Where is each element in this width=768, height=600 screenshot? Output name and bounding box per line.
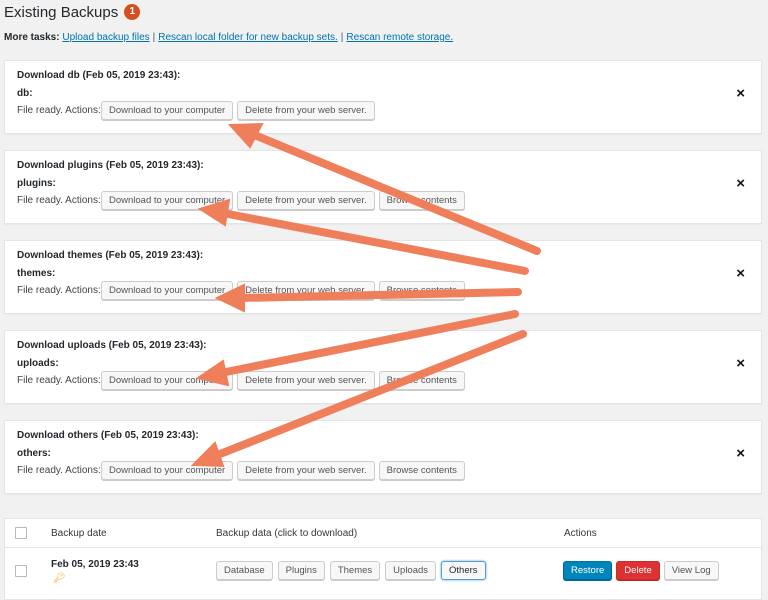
panel-actions: Download to your computer Delete from yo…	[101, 281, 465, 300]
panel-actions: Download to your computer Delete from yo…	[101, 461, 465, 480]
close-icon[interactable]: ×	[736, 446, 745, 461]
panel-status: File ready. Actions:	[17, 105, 101, 116]
rescan-remote-link[interactable]: Rescan remote storage.	[346, 32, 453, 43]
col-backup-date: Backup date	[51, 528, 107, 539]
panel-title: Download uploads (Feb 05, 2019 23:43):	[17, 340, 207, 351]
download-panel-others: Download others (Feb 05, 2019 23:43): ot…	[4, 420, 762, 494]
panel-title: Download themes (Feb 05, 2019 23:43):	[17, 250, 204, 261]
delete-from-server-button[interactable]: Delete from your web server.	[237, 281, 375, 300]
panel-entity: others:	[17, 448, 51, 459]
row-checkbox[interactable]	[15, 565, 27, 577]
close-icon[interactable]: ×	[736, 356, 745, 371]
browse-contents-button[interactable]: Browse contents	[378, 371, 465, 390]
panel-status: File ready. Actions:	[17, 285, 101, 296]
more-tasks: More tasks: Upload backup files | Rescan l…	[4, 32, 453, 43]
download-to-computer-button[interactable]: Download to your computer	[101, 461, 234, 480]
panel-title: Download others (Feb 05, 2019 23:43):	[17, 430, 199, 441]
upload-backup-link[interactable]: Upload backup files	[62, 32, 149, 43]
delete-from-server-button[interactable]: Delete from your web server.	[237, 371, 375, 390]
panel-title: Download plugins (Feb 05, 2019 23:43):	[17, 160, 204, 171]
browse-contents-button[interactable]: Browse contents	[378, 191, 465, 210]
view-log-button[interactable]: View Log	[663, 561, 719, 580]
panel-entity: uploads:	[17, 358, 59, 369]
plugins-button[interactable]: Plugins	[277, 561, 325, 580]
download-to-computer-button[interactable]: Download to your computer	[101, 191, 234, 210]
database-button[interactable]: Database	[216, 561, 273, 580]
separator: |	[152, 32, 156, 43]
delete-button[interactable]: Delete	[616, 561, 660, 580]
browse-contents-button[interactable]: Browse contents	[378, 281, 465, 300]
delete-from-server-button[interactable]: Delete from your web server.	[237, 191, 375, 210]
themes-button[interactable]: Themes	[329, 561, 381, 580]
download-panel-db: Download db (Feb 05, 2019 23:43): db: Fi…	[4, 60, 762, 134]
close-icon[interactable]: ×	[736, 176, 745, 191]
select-all-checkbox[interactable]	[15, 527, 27, 539]
panel-entity: plugins:	[17, 178, 56, 189]
section-header: Existing Backups 1	[4, 2, 141, 22]
separator: |	[340, 32, 344, 43]
count-badge: 1	[124, 4, 141, 20]
rescan-local-link[interactable]: Rescan local folder for new backup sets.	[158, 32, 338, 43]
download-panel-uploads: Download uploads (Feb 05, 2019 23:43): u…	[4, 330, 762, 404]
delete-from-server-button[interactable]: Delete from your web server.	[237, 461, 375, 480]
panel-actions: Download to your computer Delete from yo…	[101, 191, 465, 210]
download-to-computer-button[interactable]: Download to your computer	[101, 371, 234, 390]
download-to-computer-button[interactable]: Download to your computer	[101, 101, 234, 120]
panel-status: File ready. Actions:	[17, 375, 101, 386]
panel-actions: Download to your computer Delete from yo…	[101, 101, 375, 120]
close-icon[interactable]: ×	[736, 86, 745, 101]
download-to-computer-button[interactable]: Download to your computer	[101, 281, 234, 300]
backups-table: Backup date Backup data (click to downlo…	[4, 518, 762, 600]
browse-contents-button[interactable]: Browse contents	[378, 461, 465, 480]
panel-status: File ready. Actions:	[17, 465, 101, 476]
restore-button[interactable]: Restore	[563, 561, 613, 580]
panel-entity: themes:	[17, 268, 56, 279]
row-actions: Restore Delete View Log	[563, 561, 719, 580]
col-actions: Actions	[564, 528, 597, 539]
backup-date: Feb 05, 2019 23:43	[51, 559, 139, 570]
col-backup-data: Backup data (click to download)	[216, 528, 358, 539]
uploads-button[interactable]: Uploads	[385, 561, 437, 580]
download-panel-plugins: Download plugins (Feb 05, 2019 23:43): p…	[4, 150, 762, 224]
backup-data-buttons: Database Plugins Themes Uploads Others	[216, 561, 486, 580]
others-button[interactable]: Others	[441, 561, 486, 580]
delete-from-server-button[interactable]: Delete from your web server.	[237, 101, 375, 120]
panel-entity: db:	[17, 88, 33, 99]
table-header: Backup date Backup data (click to downlo…	[5, 519, 761, 548]
close-icon[interactable]: ×	[736, 266, 745, 281]
panel-status: File ready. Actions:	[17, 195, 101, 206]
key-icon: 🔑︎	[53, 573, 66, 584]
download-panel-themes: Download themes (Feb 05, 2019 23:43): th…	[4, 240, 762, 314]
more-tasks-label: More tasks:	[4, 32, 60, 43]
page-title: Existing Backups	[4, 3, 119, 21]
panel-title: Download db (Feb 05, 2019 23:43):	[17, 70, 181, 81]
panel-actions: Download to your computer Delete from yo…	[101, 371, 465, 390]
